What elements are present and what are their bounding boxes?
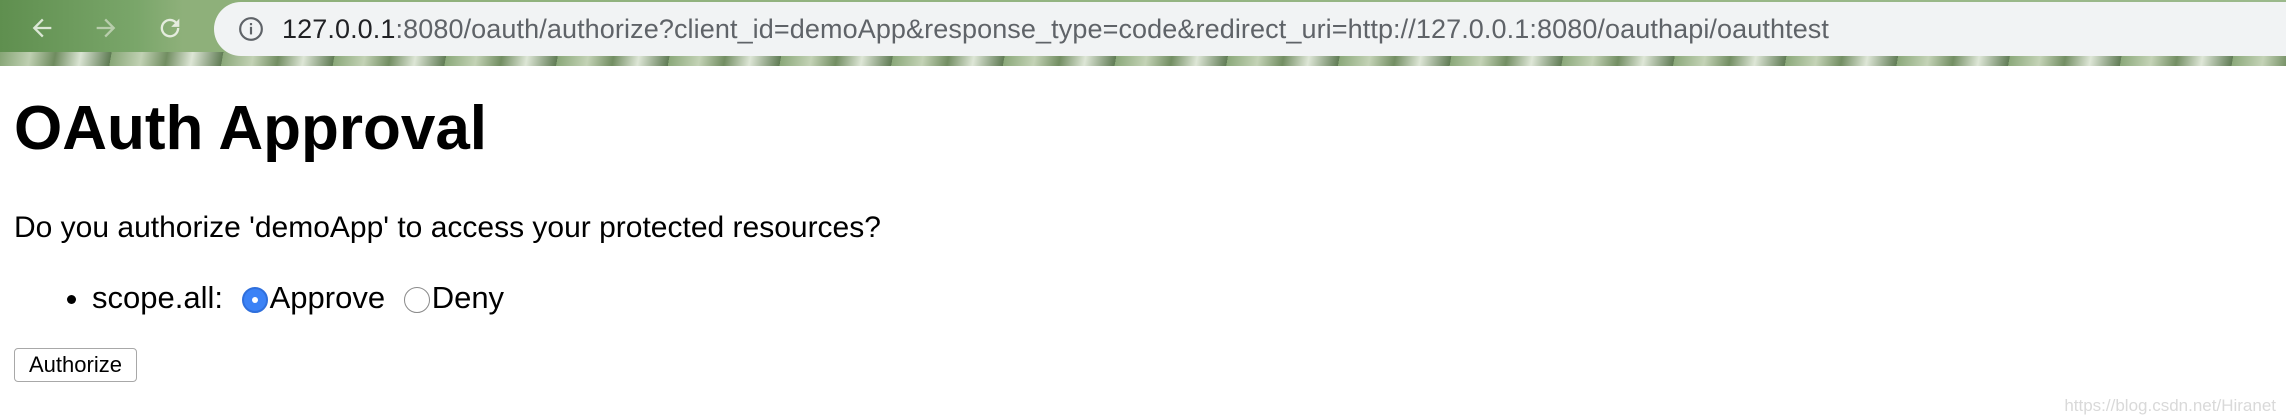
approve-radio[interactable]: [241, 287, 268, 313]
browser-toolbar: 127.0.0.1:8080/oauth/authorize?client_id…: [0, 0, 2286, 66]
url-host: 127.0.0.1: [282, 13, 396, 44]
deny-label[interactable]: Deny: [432, 280, 504, 315]
back-button[interactable]: [22, 10, 62, 46]
address-bar[interactable]: 127.0.0.1:8080/oauth/authorize?client_id…: [214, 2, 2286, 56]
back-arrow-icon: [32, 18, 52, 38]
approve-label[interactable]: Approve: [270, 280, 385, 315]
scope-list: scope.all: Approve Deny: [14, 278, 2274, 318]
authorization-question: Do you authorize 'demoApp' to access you…: [14, 211, 881, 244]
scope-item: scope.all: Approve Deny: [92, 278, 2274, 318]
reload-icon: [160, 18, 180, 38]
url-text[interactable]: 127.0.0.1:8080/oauth/authorize?client_id…: [282, 14, 1829, 45]
approval-form: scope.all: Approve Deny Authorize: [14, 278, 2274, 382]
url-path: :8080/oauth/authorize?client_id=demoApp&…: [395, 13, 1830, 44]
page-content: OAuth Approval Do you authorize 'demoApp…: [14, 66, 2274, 382]
scope-label: scope.all:: [92, 280, 223, 315]
authorize-button[interactable]: Authorize: [14, 348, 137, 382]
forward-button[interactable]: [86, 10, 126, 46]
reload-button[interactable]: [150, 10, 190, 46]
watermark: https://blog.csdn.net/Hiranet: [2064, 396, 2276, 415]
deny-radio[interactable]: [403, 287, 430, 313]
forward-arrow-icon: [96, 18, 116, 38]
page-title: OAuth Approval: [14, 94, 488, 163]
info-icon[interactable]: [236, 14, 266, 44]
